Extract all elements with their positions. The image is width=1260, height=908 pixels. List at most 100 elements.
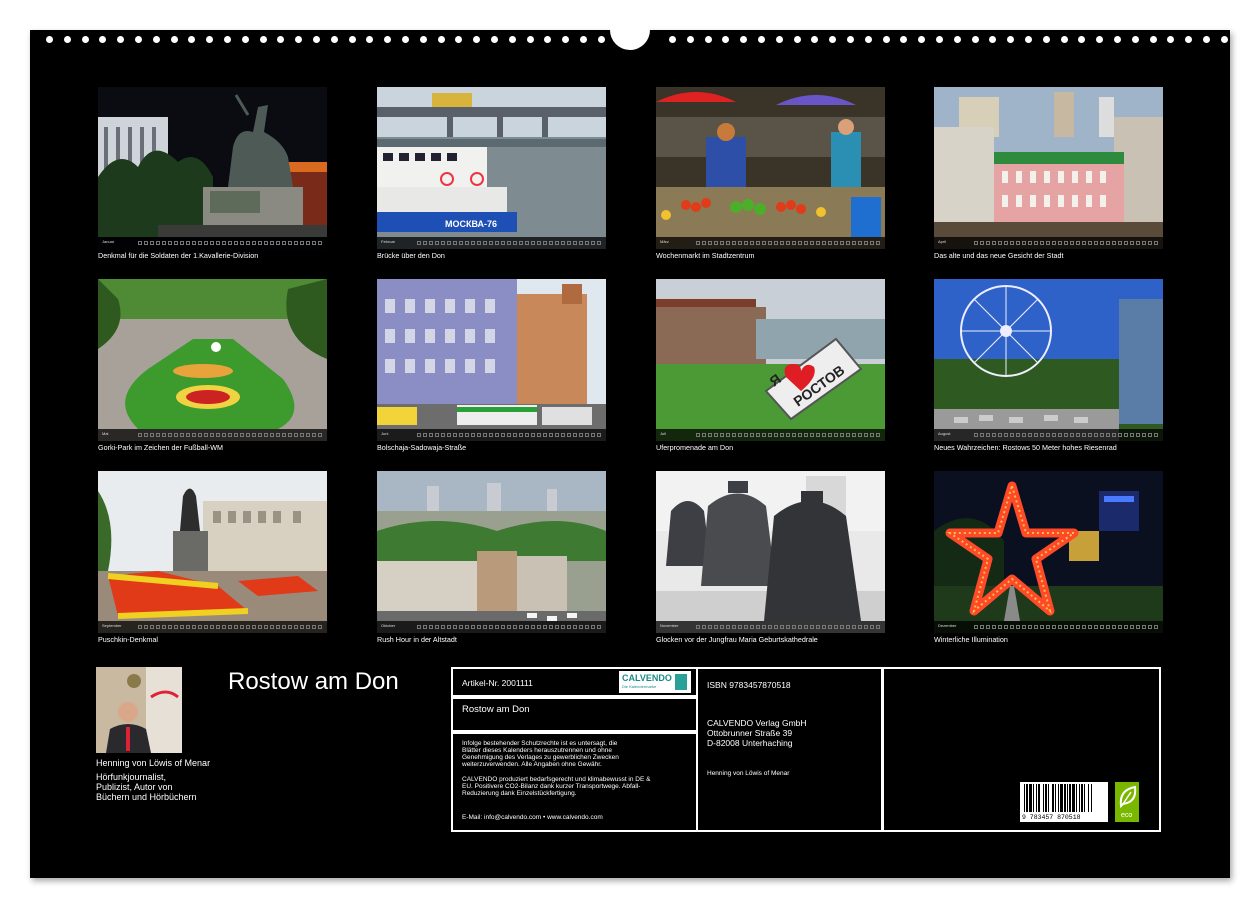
day-tick (579, 625, 583, 629)
day-tick (180, 625, 184, 629)
day-tick (312, 625, 316, 629)
day-tick (138, 433, 142, 437)
day-tick (816, 625, 820, 629)
binding-hole (900, 36, 907, 43)
day-tick (282, 625, 286, 629)
leaf-icon (1115, 782, 1139, 812)
binding-hole (847, 36, 854, 43)
day-tick (423, 241, 427, 245)
publisher-line: Ottobrunner Straße 39 (707, 728, 807, 738)
day-tick (429, 433, 433, 437)
binding-hole (1132, 36, 1139, 43)
day-tick (294, 241, 298, 245)
day-tick (1148, 433, 1152, 437)
photo-illumination (934, 471, 1163, 633)
day-tick (1094, 433, 1098, 437)
day-tick (441, 433, 445, 437)
day-tick (714, 625, 718, 629)
day-tick (246, 433, 250, 437)
day-tick (234, 625, 238, 629)
day-tick (222, 433, 226, 437)
day-tick (1040, 625, 1044, 629)
day-tick (228, 241, 232, 245)
day-tick (798, 625, 802, 629)
day-tick (858, 241, 862, 245)
eco-text: CALVENDO produziert bedarfsgerecht und k… (462, 776, 650, 797)
day-tick (1112, 241, 1116, 245)
day-tick (144, 241, 148, 245)
day-tick (816, 433, 820, 437)
day-tick (876, 625, 880, 629)
day-tick (992, 625, 996, 629)
day-tick (501, 241, 505, 245)
binding-hole (829, 36, 836, 43)
binding-hole (153, 36, 160, 43)
month-label: Mai (102, 431, 108, 436)
day-tick (738, 625, 742, 629)
day-tick (1142, 433, 1146, 437)
day-tick (974, 625, 978, 629)
binding-hole (562, 36, 569, 43)
day-tick (786, 625, 790, 629)
day-tick (1100, 241, 1104, 245)
day-tick (318, 433, 322, 437)
day-tick (429, 625, 433, 629)
day-tick (537, 433, 541, 437)
author-name: Henning von Löwis of Menar (96, 758, 210, 768)
day-tick (1118, 625, 1122, 629)
binding-hole (936, 36, 943, 43)
day-tick (828, 433, 832, 437)
day-tick (288, 241, 292, 245)
day-tick (1082, 433, 1086, 437)
legal-line: Genehmigung des Verlages zu gewerblichen… (462, 754, 619, 761)
binding-hole (972, 36, 979, 43)
day-tick (810, 241, 814, 245)
day-tick (192, 241, 196, 245)
day-tick (744, 433, 748, 437)
day-tick (720, 433, 724, 437)
day-tick (591, 433, 595, 437)
day-tick (477, 241, 481, 245)
barcode-bar (1043, 784, 1044, 812)
binding-hole (1185, 36, 1192, 43)
day-tick (1040, 433, 1044, 437)
barcode-bars-icon (1020, 782, 1108, 814)
month-strip (98, 429, 327, 441)
day-tick (810, 625, 814, 629)
day-tick (300, 625, 304, 629)
day-tick (1016, 433, 1020, 437)
day-tick (1004, 625, 1008, 629)
day-tick (549, 625, 553, 629)
day-tick (1016, 625, 1020, 629)
barcode-bar (1026, 784, 1028, 812)
month-strip (377, 621, 606, 633)
day-tick (834, 433, 838, 437)
month-label: Juli (660, 431, 666, 436)
day-tick (150, 241, 154, 245)
day-tick (555, 241, 559, 245)
day-tick (294, 625, 298, 629)
legal-line: weiterzuverwenden. Alle Angaben ohne Gew… (462, 761, 619, 768)
day-tick (1034, 241, 1038, 245)
calendar-title: Rostow am Don (228, 668, 399, 696)
month-label: Dezember (938, 623, 956, 628)
binding-hole (598, 36, 605, 43)
day-tick (240, 625, 244, 629)
day-tick (816, 241, 820, 245)
photo-caption: Das alte und das neue Gesicht der Stadt (934, 251, 1234, 260)
binding-hole (1203, 36, 1210, 43)
day-tick (714, 241, 718, 245)
day-tick (318, 241, 322, 245)
day-tick (1052, 433, 1056, 437)
day-tick (840, 625, 844, 629)
day-tick (1058, 625, 1062, 629)
day-tick (786, 241, 790, 245)
day-tick (198, 241, 202, 245)
month-strip (934, 621, 1163, 633)
day-tick (288, 433, 292, 437)
day-tick (573, 241, 577, 245)
month-strip (656, 237, 885, 249)
day-tick (1064, 433, 1068, 437)
day-tick (720, 241, 724, 245)
day-tick (1070, 241, 1074, 245)
